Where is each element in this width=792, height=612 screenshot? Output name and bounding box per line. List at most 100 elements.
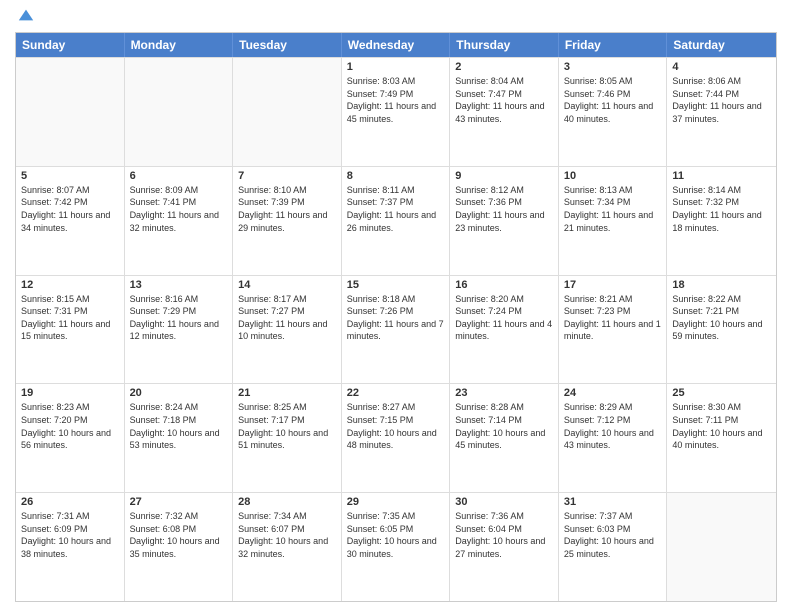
day-number: 27 <box>130 496 228 508</box>
day-number: 25 <box>672 387 771 399</box>
day-number: 20 <box>130 387 228 399</box>
day-number: 6 <box>130 170 228 182</box>
day-info: Sunrise: 8:12 AM Sunset: 7:36 PM Dayligh… <box>455 184 553 234</box>
day-number: 17 <box>564 279 662 291</box>
day-number: 21 <box>238 387 336 399</box>
day-info: Sunrise: 7:37 AM Sunset: 6:03 PM Dayligh… <box>564 510 662 560</box>
day-number: 9 <box>455 170 553 182</box>
day-cell-5: 5Sunrise: 8:07 AM Sunset: 7:42 PM Daylig… <box>16 167 125 275</box>
day-cell-19: 19 Sunrise: 8:23 AM Sunset: 7:20 PM Dayli… <box>16 384 125 492</box>
day-number: 30 <box>455 496 553 508</box>
day-cell-27: 27 Sunrise: 7:32 AM Sunset: 6:08 PM Dayli… <box>125 493 234 601</box>
weekday-header-thursday: Thursday <box>450 33 559 57</box>
day-info: Sunrise: 7:32 AM Sunset: 6:08 PM Dayligh… <box>130 510 228 560</box>
logo <box>15 10 35 24</box>
calendar-header: SundayMondayTuesdayWednesdayThursdayFrid… <box>16 33 776 57</box>
day-cell-25: 25 Sunrise: 8:30 AM Sunset: 7:11 PM Dayli… <box>667 384 776 492</box>
day-cell-26: 26Sunrise: 7:31 AM Sunset: 6:09 PM Dayli… <box>16 493 125 601</box>
empty-cell-0-0 <box>16 58 125 166</box>
weekday-header-sunday: Sunday <box>16 33 125 57</box>
day-number: 24 <box>564 387 662 399</box>
weekday-header-friday: Friday <box>559 33 668 57</box>
day-cell-22: 22Sunrise: 8:27 AM Sunset: 7:15 PM Dayli… <box>342 384 451 492</box>
day-info: Sunrise: 8:11 AM Sunset: 7:37 PM Dayligh… <box>347 184 445 234</box>
day-number: 10 <box>564 170 662 182</box>
calendar: SundayMondayTuesdayWednesdayThursdayFrid… <box>15 32 777 602</box>
day-cell-30: 30 Sunrise: 7:36 AM Sunset: 6:04 PM Dayli… <box>450 493 559 601</box>
day-number: 1 <box>347 61 445 73</box>
day-info: Sunrise: 8:07 AM Sunset: 7:42 PM Dayligh… <box>21 184 119 234</box>
day-number: 2 <box>455 61 553 73</box>
day-number: 3 <box>564 61 662 73</box>
day-number: 14 <box>238 279 336 291</box>
day-cell-17: 17 Sunrise: 8:21 AM Sunset: 7:23 PM Dayli… <box>559 276 668 384</box>
weekday-header-monday: Monday <box>125 33 234 57</box>
empty-cell-0-2 <box>233 58 342 166</box>
day-number: 12 <box>21 279 119 291</box>
day-number: 18 <box>672 279 771 291</box>
page: SundayMondayTuesdayWednesdayThursdayFrid… <box>0 0 792 612</box>
calendar-row-1: 5Sunrise: 8:07 AM Sunset: 7:42 PM Daylig… <box>16 166 776 275</box>
day-info: Sunrise: 8:09 AM Sunset: 7:41 PM Dayligh… <box>130 184 228 234</box>
day-cell-29: 29Sunrise: 7:35 AM Sunset: 6:05 PM Dayli… <box>342 493 451 601</box>
day-info: Sunrise: 7:31 AM Sunset: 6:09 PM Dayligh… <box>21 510 119 560</box>
calendar-row-0: 1 Sunrise: 8:03 AM Sunset: 7:49 PM Daylig… <box>16 57 776 166</box>
day-cell-1: 1 Sunrise: 8:03 AM Sunset: 7:49 PM Daylig… <box>342 58 451 166</box>
day-cell-11: 11Sunrise: 8:14 AM Sunset: 7:32 PM Dayli… <box>667 167 776 275</box>
day-cell-16: 16Sunrise: 8:20 AM Sunset: 7:24 PM Dayli… <box>450 276 559 384</box>
weekday-header-saturday: Saturday <box>667 33 776 57</box>
day-info: Sunrise: 8:24 AM Sunset: 7:18 PM Dayligh… <box>130 401 228 451</box>
day-info: Sunrise: 8:18 AM Sunset: 7:26 PM Dayligh… <box>347 293 445 343</box>
day-info: Sunrise: 8:21 AM Sunset: 7:23 PM Dayligh… <box>564 293 662 343</box>
day-cell-20: 20 Sunrise: 8:24 AM Sunset: 7:18 PM Dayli… <box>125 384 234 492</box>
day-number: 23 <box>455 387 553 399</box>
day-cell-23: 23 Sunrise: 8:28 AM Sunset: 7:14 PM Dayli… <box>450 384 559 492</box>
day-info: Sunrise: 8:22 AM Sunset: 7:21 PM Dayligh… <box>672 293 771 343</box>
calendar-row-3: 19 Sunrise: 8:23 AM Sunset: 7:20 PM Dayli… <box>16 383 776 492</box>
day-cell-15: 15 Sunrise: 8:18 AM Sunset: 7:26 PM Dayli… <box>342 276 451 384</box>
day-info: Sunrise: 8:28 AM Sunset: 7:14 PM Dayligh… <box>455 401 553 451</box>
calendar-row-2: 12 Sunrise: 8:15 AM Sunset: 7:31 PM Dayli… <box>16 275 776 384</box>
day-info: Sunrise: 8:13 AM Sunset: 7:34 PM Dayligh… <box>564 184 662 234</box>
day-info: Sunrise: 8:25 AM Sunset: 7:17 PM Dayligh… <box>238 401 336 451</box>
day-cell-7: 7 Sunrise: 8:10 AM Sunset: 7:39 PM Daylig… <box>233 167 342 275</box>
day-info: Sunrise: 8:23 AM Sunset: 7:20 PM Dayligh… <box>21 401 119 451</box>
calendar-body: 1 Sunrise: 8:03 AM Sunset: 7:49 PM Daylig… <box>16 57 776 601</box>
day-info: Sunrise: 8:16 AM Sunset: 7:29 PM Dayligh… <box>130 293 228 343</box>
header <box>15 10 777 24</box>
day-number: 29 <box>347 496 445 508</box>
day-cell-10: 10 Sunrise: 8:13 AM Sunset: 7:34 PM Dayli… <box>559 167 668 275</box>
day-info: Sunrise: 8:30 AM Sunset: 7:11 PM Dayligh… <box>672 401 771 451</box>
day-number: 4 <box>672 61 771 73</box>
day-number: 16 <box>455 279 553 291</box>
day-number: 31 <box>564 496 662 508</box>
empty-cell-4-6 <box>667 493 776 601</box>
day-number: 19 <box>21 387 119 399</box>
day-cell-3: 3 Sunrise: 8:05 AM Sunset: 7:46 PM Daylig… <box>559 58 668 166</box>
day-info: Sunrise: 8:04 AM Sunset: 7:47 PM Dayligh… <box>455 75 553 125</box>
day-info: Sunrise: 7:36 AM Sunset: 6:04 PM Dayligh… <box>455 510 553 560</box>
day-cell-13: 13Sunrise: 8:16 AM Sunset: 7:29 PM Dayli… <box>125 276 234 384</box>
empty-cell-0-1 <box>125 58 234 166</box>
day-number: 28 <box>238 496 336 508</box>
day-cell-12: 12 Sunrise: 8:15 AM Sunset: 7:31 PM Dayli… <box>16 276 125 384</box>
day-cell-18: 18 Sunrise: 8:22 AM Sunset: 7:21 PM Dayli… <box>667 276 776 384</box>
day-info: Sunrise: 8:17 AM Sunset: 7:27 PM Dayligh… <box>238 293 336 343</box>
day-number: 7 <box>238 170 336 182</box>
day-cell-28: 28 Sunrise: 7:34 AM Sunset: 6:07 PM Dayli… <box>233 493 342 601</box>
day-info: Sunrise: 8:15 AM Sunset: 7:31 PM Dayligh… <box>21 293 119 343</box>
day-number: 11 <box>672 170 771 182</box>
day-cell-8: 8 Sunrise: 8:11 AM Sunset: 7:37 PM Daylig… <box>342 167 451 275</box>
day-cell-14: 14 Sunrise: 8:17 AM Sunset: 7:27 PM Dayli… <box>233 276 342 384</box>
day-info: Sunrise: 7:34 AM Sunset: 6:07 PM Dayligh… <box>238 510 336 560</box>
day-number: 22 <box>347 387 445 399</box>
calendar-row-4: 26Sunrise: 7:31 AM Sunset: 6:09 PM Dayli… <box>16 492 776 601</box>
day-cell-2: 2 Sunrise: 8:04 AM Sunset: 7:47 PM Daylig… <box>450 58 559 166</box>
day-info: Sunrise: 8:10 AM Sunset: 7:39 PM Dayligh… <box>238 184 336 234</box>
day-number: 8 <box>347 170 445 182</box>
day-info: Sunrise: 8:05 AM Sunset: 7:46 PM Dayligh… <box>564 75 662 125</box>
day-info: Sunrise: 8:03 AM Sunset: 7:49 PM Dayligh… <box>347 75 445 125</box>
day-number: 15 <box>347 279 445 291</box>
day-info: Sunrise: 8:06 AM Sunset: 7:44 PM Dayligh… <box>672 75 771 125</box>
logo-icon <box>17 6 35 24</box>
